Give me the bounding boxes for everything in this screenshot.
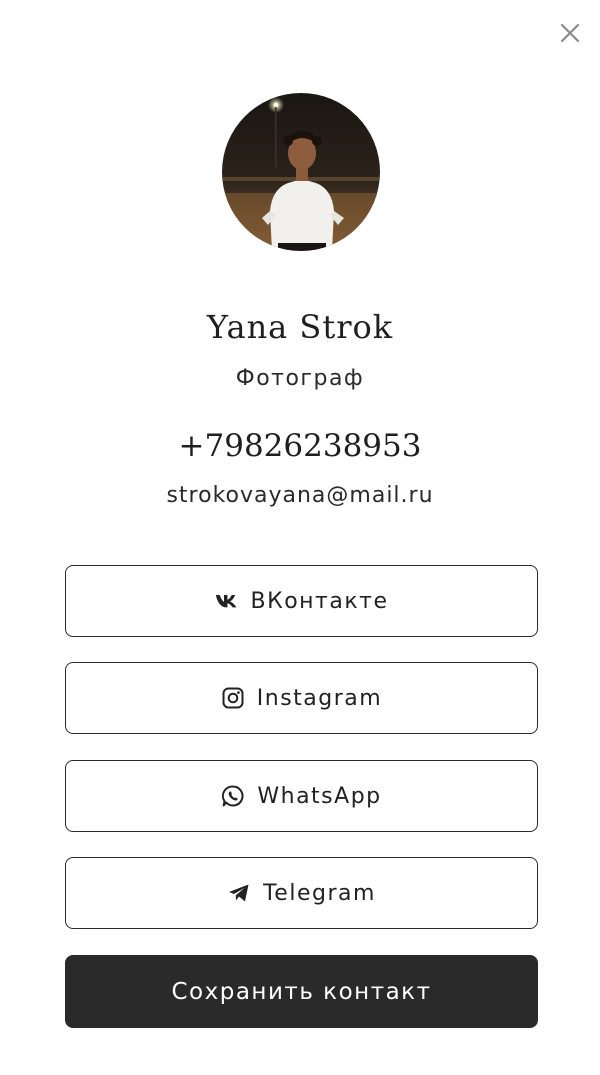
- profile-phone[interactable]: +79826238953: [0, 428, 600, 464]
- profile-name: Yana Strok: [206, 308, 394, 346]
- save-contact-label: Сохранить контакт: [171, 978, 432, 1005]
- instagram-icon: [221, 686, 245, 710]
- close-icon: [560, 23, 580, 43]
- vk-button[interactable]: ВКонтакте: [65, 565, 538, 637]
- whatsapp-icon: [221, 784, 245, 808]
- save-contact-button[interactable]: Сохранить контакт: [65, 955, 538, 1028]
- whatsapp-button[interactable]: WhatsApp: [65, 760, 538, 832]
- profile-email[interactable]: strokovayana@mail.ru: [0, 483, 600, 508]
- whatsapp-button-label: WhatsApp: [257, 783, 382, 809]
- vk-icon: [215, 589, 239, 613]
- telegram-button[interactable]: Telegram: [65, 857, 538, 929]
- instagram-button[interactable]: Instagram: [65, 662, 538, 734]
- close-button[interactable]: [556, 19, 584, 47]
- telegram-icon: [227, 881, 251, 905]
- instagram-button-label: Instagram: [256, 685, 383, 711]
- avatar: [222, 93, 380, 251]
- vk-button-label: ВКонтакте: [250, 588, 389, 614]
- profile-role: Фотограф: [235, 366, 365, 391]
- telegram-button-label: Telegram: [263, 880, 376, 906]
